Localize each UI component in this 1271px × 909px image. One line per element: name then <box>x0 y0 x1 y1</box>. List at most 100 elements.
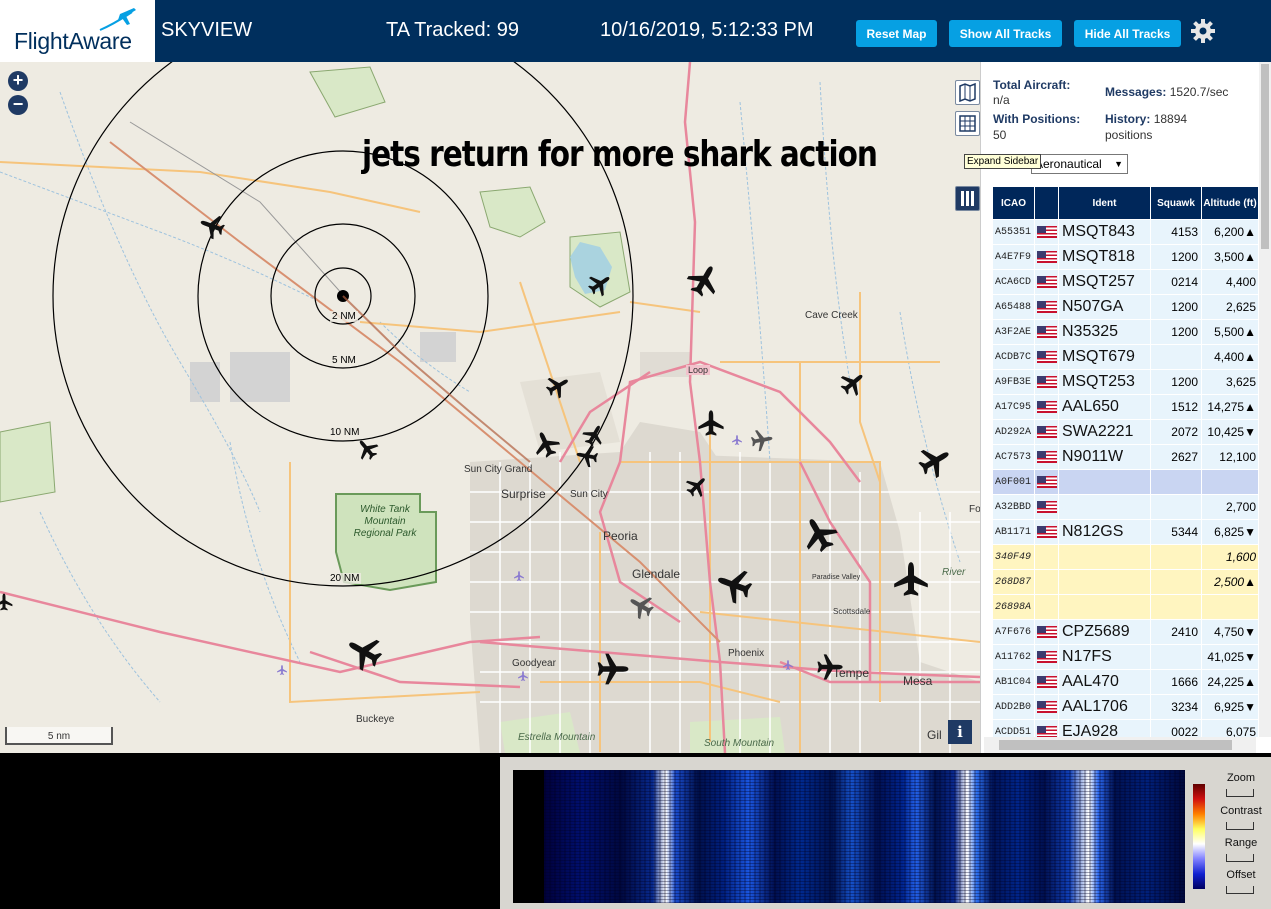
aircraft-row[interactable]: AB1C04 AAL470 1666 24,225▲ <box>992 669 1258 695</box>
aircraft-row[interactable]: A55351 MSQT843 4153 6,200▲ <box>992 219 1258 245</box>
col-header-ident[interactable]: Ident <box>1058 186 1151 220</box>
row-flag <box>1034 294 1059 320</box>
map-type-select[interactable]: Aeronautical ▼ <box>1031 154 1128 174</box>
col-header-icao[interactable]: ICAO <box>992 186 1035 220</box>
row-flag <box>1034 519 1059 545</box>
aircraft-row[interactable]: A65488 N507GA 1200 2,625 <box>992 294 1258 320</box>
row-altitude: 2,700 <box>1201 494 1258 520</box>
zoom-slider[interactable] <box>1226 789 1254 797</box>
us-flag-icon <box>1037 225 1057 238</box>
aircraft-icon-gray[interactable] <box>624 589 658 623</box>
aircraft-icon[interactable] <box>0 593 13 611</box>
aircraft-icon[interactable] <box>682 258 726 302</box>
row-flag <box>1034 219 1059 245</box>
row-ident: N17FS <box>1058 644 1151 670</box>
datetime-display: 10/16/2019, 5:12:33 PM <box>600 19 814 41</box>
us-flag-icon <box>1037 300 1057 313</box>
row-ident: MSQT818 <box>1058 244 1151 270</box>
aircraft-icon[interactable] <box>913 439 957 483</box>
contrast-slider[interactable] <box>1226 822 1254 830</box>
aircraft-row[interactable]: A7F676 CPZ5689 2410 4,750▼ <box>992 619 1258 645</box>
aircraft-icon[interactable] <box>698 410 724 436</box>
row-altitude: 4,400▲ <box>1201 344 1258 370</box>
hide-all-tracks-button[interactable]: Hide All Tracks <box>1074 20 1181 47</box>
aircraft-icon[interactable] <box>597 653 629 685</box>
aircraft-row[interactable]: A9FB3E MSQT253 1200 3,625 <box>992 369 1258 395</box>
aircraft-row[interactable]: A4E7F9 MSQT818 1200 3,500▲ <box>992 244 1258 270</box>
aircraft-icon[interactable] <box>574 443 600 469</box>
col-header-flag[interactable] <box>1034 186 1059 220</box>
map-layers-button[interactable] <box>955 80 980 105</box>
aircraft-icon[interactable] <box>817 654 843 680</box>
range-slider[interactable] <box>1226 854 1254 862</box>
aircraft-icon[interactable] <box>352 434 382 464</box>
aircraft-row[interactable]: A11762 N17FS 41,025▼ <box>992 644 1258 670</box>
vertical-scroll-thumb[interactable] <box>1261 64 1269 249</box>
aircraft-icon-gray[interactable] <box>749 427 775 453</box>
row-squawk <box>1150 494 1202 520</box>
aircraft-row[interactable]: ACDD51 EJA928 0022 6,075 <box>992 719 1258 737</box>
aircraft-row[interactable]: ADD2B0 AAL1706 3234 6,925▼ <box>992 694 1258 720</box>
col-header-squawk[interactable]: Squawk <box>1150 186 1202 220</box>
map-fold-icon <box>959 82 976 103</box>
aircraft-row[interactable]: 26898A <box>992 594 1258 620</box>
aircraft-row[interactable]: AC7573 N9011W 2627 12,100 <box>992 444 1258 470</box>
us-flag-icon <box>1037 525 1057 538</box>
horizontal-scroll-thumb[interactable] <box>999 740 1232 750</box>
aircraft-row[interactable]: A3F2AE N35325 1200 5,500▲ <box>992 319 1258 345</box>
aircraft-row[interactable]: 268D87 2,500▲ <box>992 569 1258 595</box>
airport-icon <box>783 660 793 670</box>
aircraft-row[interactable]: AD292A SWA2221 2072 10,425▼ <box>992 419 1258 445</box>
row-flag <box>1034 344 1059 370</box>
aircraft-row[interactable]: ACA6CD MSQT257 0214 4,400 <box>992 269 1258 295</box>
offset-slider[interactable] <box>1226 886 1254 894</box>
aircraft-icon[interactable] <box>196 210 228 242</box>
aircraft-row[interactable]: A32BBD 2,700 <box>992 494 1258 520</box>
aircraft-row[interactable]: ACDB7C MSQT679 4,400▲ <box>992 344 1258 370</box>
aircraft-row[interactable]: AB1171 N812GS 5344 6,825▼ <box>992 519 1258 545</box>
aircraft-icon[interactable] <box>894 562 928 596</box>
row-icao: A11762 <box>992 644 1035 670</box>
row-flag <box>1034 369 1059 395</box>
row-ident: N35325 <box>1058 319 1151 345</box>
grid-toggle-button[interactable] <box>955 111 980 136</box>
aircraft-icon[interactable] <box>542 370 574 402</box>
aircraft-icon[interactable] <box>796 511 842 557</box>
row-altitude: 2,625 <box>1201 294 1258 320</box>
aircraft-icon[interactable] <box>682 471 712 501</box>
settings-gear-icon[interactable] <box>1190 18 1216 44</box>
row-altitude: 2,500▲ <box>1201 569 1258 595</box>
flightaware-logo[interactable]: FlightAware <box>0 0 155 62</box>
aircraft-icon[interactable] <box>341 629 387 675</box>
col-header-altitude[interactable]: Altitude (ft) <box>1201 186 1258 220</box>
airport-icon <box>514 571 524 581</box>
row-icao: A3F2AE <box>992 319 1035 345</box>
row-icao: ADD2B0 <box>992 694 1035 720</box>
ta-tracked-count: TA Tracked: 99 <box>386 19 520 41</box>
row-ident <box>1058 544 1151 570</box>
aircraft-icon[interactable] <box>836 366 870 400</box>
show-all-tracks-button[interactable]: Show All Tracks <box>949 20 1062 47</box>
expand-sidebar-button[interactable] <box>955 186 980 211</box>
row-ident <box>1058 469 1151 495</box>
row-icao: A65488 <box>992 294 1035 320</box>
us-flag-icon <box>1037 625 1057 638</box>
aircraft-icon[interactable] <box>579 420 609 450</box>
row-squawk <box>1150 469 1202 495</box>
row-flag <box>1034 419 1059 445</box>
row-altitude: 6,825▼ <box>1201 519 1258 545</box>
top-header: FlightAware SKYVIEW TA Tracked: 99 10/16… <box>0 0 1271 62</box>
aircraft-icon[interactable] <box>584 268 616 300</box>
aircraft-icon[interactable] <box>712 563 756 607</box>
aircraft-row[interactable]: 340F49 1,600 <box>992 544 1258 570</box>
row-ident <box>1058 594 1151 620</box>
map-view[interactable]: 2 NM 5 NM 10 NM 20 NM Cave Creek Sun Cit… <box>0 62 980 753</box>
aircraft-row[interactable]: A17C95 AAL650 1512 14,275▲ <box>992 394 1258 420</box>
columns-icon <box>961 191 974 206</box>
row-flag <box>1034 594 1059 620</box>
reset-map-button[interactable]: Reset Map <box>856 20 937 47</box>
aircraft-icon[interactable] <box>529 427 563 461</box>
altitude-trend-icon: ▼ <box>1244 525 1256 539</box>
grid-icon <box>959 115 976 132</box>
aircraft-row[interactable]: A0F001 <box>992 469 1258 495</box>
